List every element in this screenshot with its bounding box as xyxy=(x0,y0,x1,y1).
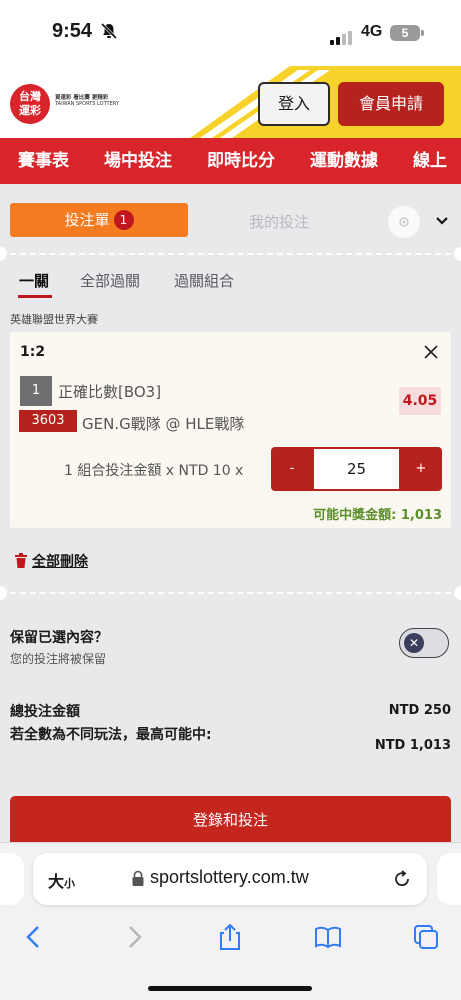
ticket-notch xyxy=(0,586,7,600)
home-indicator xyxy=(148,986,312,991)
tab-bet-slip[interactable]: 投注單 1 xyxy=(10,203,188,237)
share-icon[interactable] xyxy=(216,923,244,951)
site-logo[interactable]: 台灣 運彩 xyxy=(10,84,50,124)
forward-icon[interactable] xyxy=(120,923,148,951)
lock-icon xyxy=(132,870,144,886)
battery-tip xyxy=(421,30,424,36)
event-id-badge: 3603 xyxy=(19,410,77,432)
keep-selections-toggle[interactable]: ✕ xyxy=(399,628,449,658)
chevron-down-icon[interactable] xyxy=(434,213,450,229)
tab-my-bets[interactable]: 我的投注 xyxy=(249,211,309,232)
total-stake-value: NTD 250 xyxy=(388,703,451,718)
cellular-signal-icon xyxy=(330,26,354,45)
nav-item-schedule[interactable]: 賽事表 xyxy=(18,138,69,184)
selection-score: 1:2 xyxy=(20,344,46,360)
tabs-icon[interactable] xyxy=(412,923,440,951)
status-time: 9:54 xyxy=(52,20,93,42)
max-win-value: NTD 1,013 xyxy=(374,738,451,753)
odds-badge: 4.05 xyxy=(399,387,441,415)
nav-item-sports-data[interactable]: 運動數據 xyxy=(310,138,378,184)
status-bar: 9:54 4G 5 xyxy=(0,0,461,66)
nav-item-live-betting[interactable]: 場中投注 xyxy=(104,138,172,184)
gear-icon xyxy=(399,217,409,227)
ticket-notch xyxy=(454,586,461,600)
url-text: sportslottery.com.tw xyxy=(150,867,309,887)
delete-all-button[interactable]: 全部刪除 xyxy=(14,551,88,571)
bet-slip: 投注單 1 我的投注 一關 全部過關 過關組合 英雄聯盟世界大賽 1:2 1 正確… xyxy=(0,194,461,844)
back-icon[interactable] xyxy=(20,923,48,951)
bell-muted-icon xyxy=(100,22,118,40)
match-name: GEN.G戰隊 @ HLE戰隊 xyxy=(82,415,245,433)
selection-card: 1:2 1 正確比數[BO3] 4.05 3603 GEN.G戰隊 @ HLE戰… xyxy=(10,332,451,528)
bet-count-badge: 1 xyxy=(113,210,134,230)
divider xyxy=(0,592,461,594)
potential-win: 可能中獎金額: 1,013 xyxy=(313,508,442,523)
reader-options-button[interactable]: 大小 xyxy=(48,868,75,892)
ticket-notch xyxy=(0,247,7,261)
close-icon[interactable] xyxy=(423,344,439,360)
nav-item-online[interactable]: 線上 xyxy=(413,138,447,184)
stake-label: 1 組合投注金額 x NTD 10 x xyxy=(64,463,244,479)
bookmarks-icon[interactable] xyxy=(314,923,342,951)
place-bet-button[interactable]: 登錄和投注 xyxy=(10,796,451,844)
increase-stake-button[interactable]: + xyxy=(400,447,442,491)
tab-single[interactable]: 一關 xyxy=(19,270,49,291)
main-nav: 賽事表 場中投注 即時比分 運動數據 線上 xyxy=(0,138,461,184)
trash-icon xyxy=(15,553,27,568)
tab-parlay-combo[interactable]: 過關組合 xyxy=(174,270,234,291)
active-tab-indicator xyxy=(18,295,52,298)
market-name: 正確比數[BO3] xyxy=(58,383,162,401)
register-button[interactable]: 會員申請 xyxy=(338,82,444,126)
nav-item-live-scores[interactable]: 即時比分 xyxy=(207,138,275,184)
stake-stepper: - 25 + xyxy=(271,447,442,491)
total-stake-label: 總投注金額 xyxy=(10,704,80,720)
address-bar[interactable]: 大小 sportslottery.com.tw xyxy=(33,853,427,905)
decrease-stake-button[interactable]: - xyxy=(271,447,313,491)
browser-toolbar: 大小 sportslottery.com.tw xyxy=(0,842,461,1000)
keep-selections-hint: 您的投注將被保留 xyxy=(10,652,107,666)
league-name: 英雄聯盟世界大賽 xyxy=(10,313,98,326)
battery-icon: 5 xyxy=(390,25,420,41)
max-win-label: 若全數為不同玩法，最高可能中: xyxy=(10,727,212,743)
logo-tagline: 買運彩 看比賽 更精彩 TAIWAN SPORTS LOTTERY xyxy=(55,95,119,107)
previous-tab-preview[interactable] xyxy=(0,853,24,905)
ticket-notch xyxy=(454,247,461,261)
stake-input[interactable]: 25 xyxy=(314,449,399,489)
network-type: 4G xyxy=(361,23,383,40)
settings-button[interactable] xyxy=(388,206,420,238)
login-button[interactable]: 登入 xyxy=(258,82,330,126)
divider xyxy=(0,253,461,255)
tab-all-parlay[interactable]: 全部過關 xyxy=(80,270,140,291)
selection-index: 1 xyxy=(20,376,52,406)
reload-icon[interactable] xyxy=(391,868,413,890)
keep-selections-label: 保留已選內容？ xyxy=(10,630,108,646)
next-tab-preview[interactable] xyxy=(437,853,461,905)
toggle-off-icon: ✕ xyxy=(404,633,424,653)
site-header: 台灣 運彩 買運彩 看比賽 更精彩 TAIWAN SPORTS LOTTERY … xyxy=(0,66,461,138)
